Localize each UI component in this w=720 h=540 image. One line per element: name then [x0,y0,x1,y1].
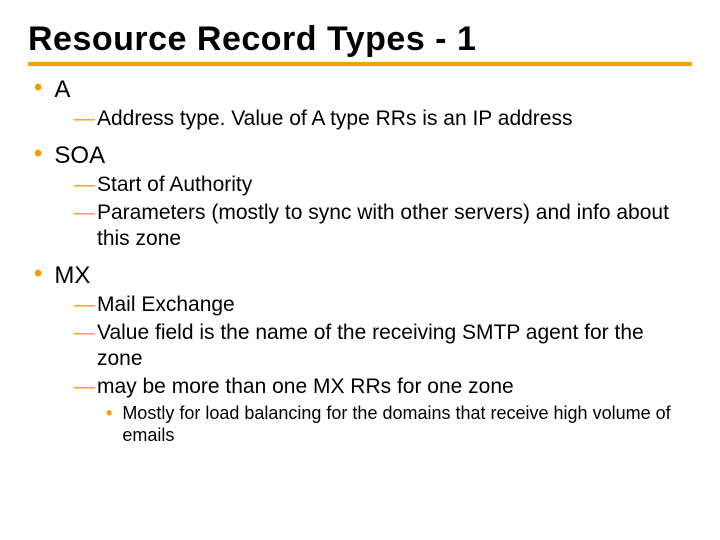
sub-label: Start of Authority [97,172,252,198]
section-mx: • MX — Mail Exchange — Value field is th… [34,262,692,446]
bullet-label: SOA [54,142,105,170]
dash-icon: — [74,172,95,198]
subsub-label: Mostly for load balancing for the domain… [122,402,682,446]
section-soa: • SOA — Start of Authority — Parameters … [34,142,692,252]
bullet-soa: • SOA [34,142,692,170]
slide-content: • A — Address type. Value of A type RRs … [28,76,692,446]
sub-label: Parameters (mostly to sync with other se… [97,200,687,252]
bullet-icon: • [34,76,42,100]
bullet-icon: • [34,142,42,166]
sub-label: may be more than one MX RRs for one zone [97,374,514,400]
sub-mx-1: — Mail Exchange [74,292,692,318]
dash-icon: — [74,106,95,132]
slide-title: Resource Record Types - 1 [28,22,692,58]
sub-label: Mail Exchange [97,292,235,318]
bullet-label: A [54,76,70,104]
sub-a-1: — Address type. Value of A type RRs is a… [74,106,692,132]
dash-icon: — [74,292,95,318]
subsub-mx-3-1: • Mostly for load balancing for the doma… [106,402,692,446]
sub-mx-3: — may be more than one MX RRs for one zo… [74,374,692,400]
bullet-mx: • MX [34,262,692,290]
title-underline [28,62,692,66]
bullet-icon: • [34,262,42,286]
slide: Resource Record Types - 1 • A — Address … [0,0,720,540]
sub-label: Value field is the name of the receiving… [97,320,687,372]
sub-mx-2: — Value field is the name of the receivi… [74,320,692,372]
sub-label: Address type. Value of A type RRs is an … [97,106,572,132]
section-a: • A — Address type. Value of A type RRs … [34,76,692,132]
bullet-icon: • [106,402,112,424]
dash-icon: — [74,374,95,400]
dash-icon: — [74,320,95,346]
dash-icon: — [74,200,95,226]
sub-soa-2: — Parameters (mostly to sync with other … [74,200,692,252]
sub-soa-1: — Start of Authority [74,172,692,198]
bullet-label: MX [54,262,90,290]
bullet-a: • A [34,76,692,104]
